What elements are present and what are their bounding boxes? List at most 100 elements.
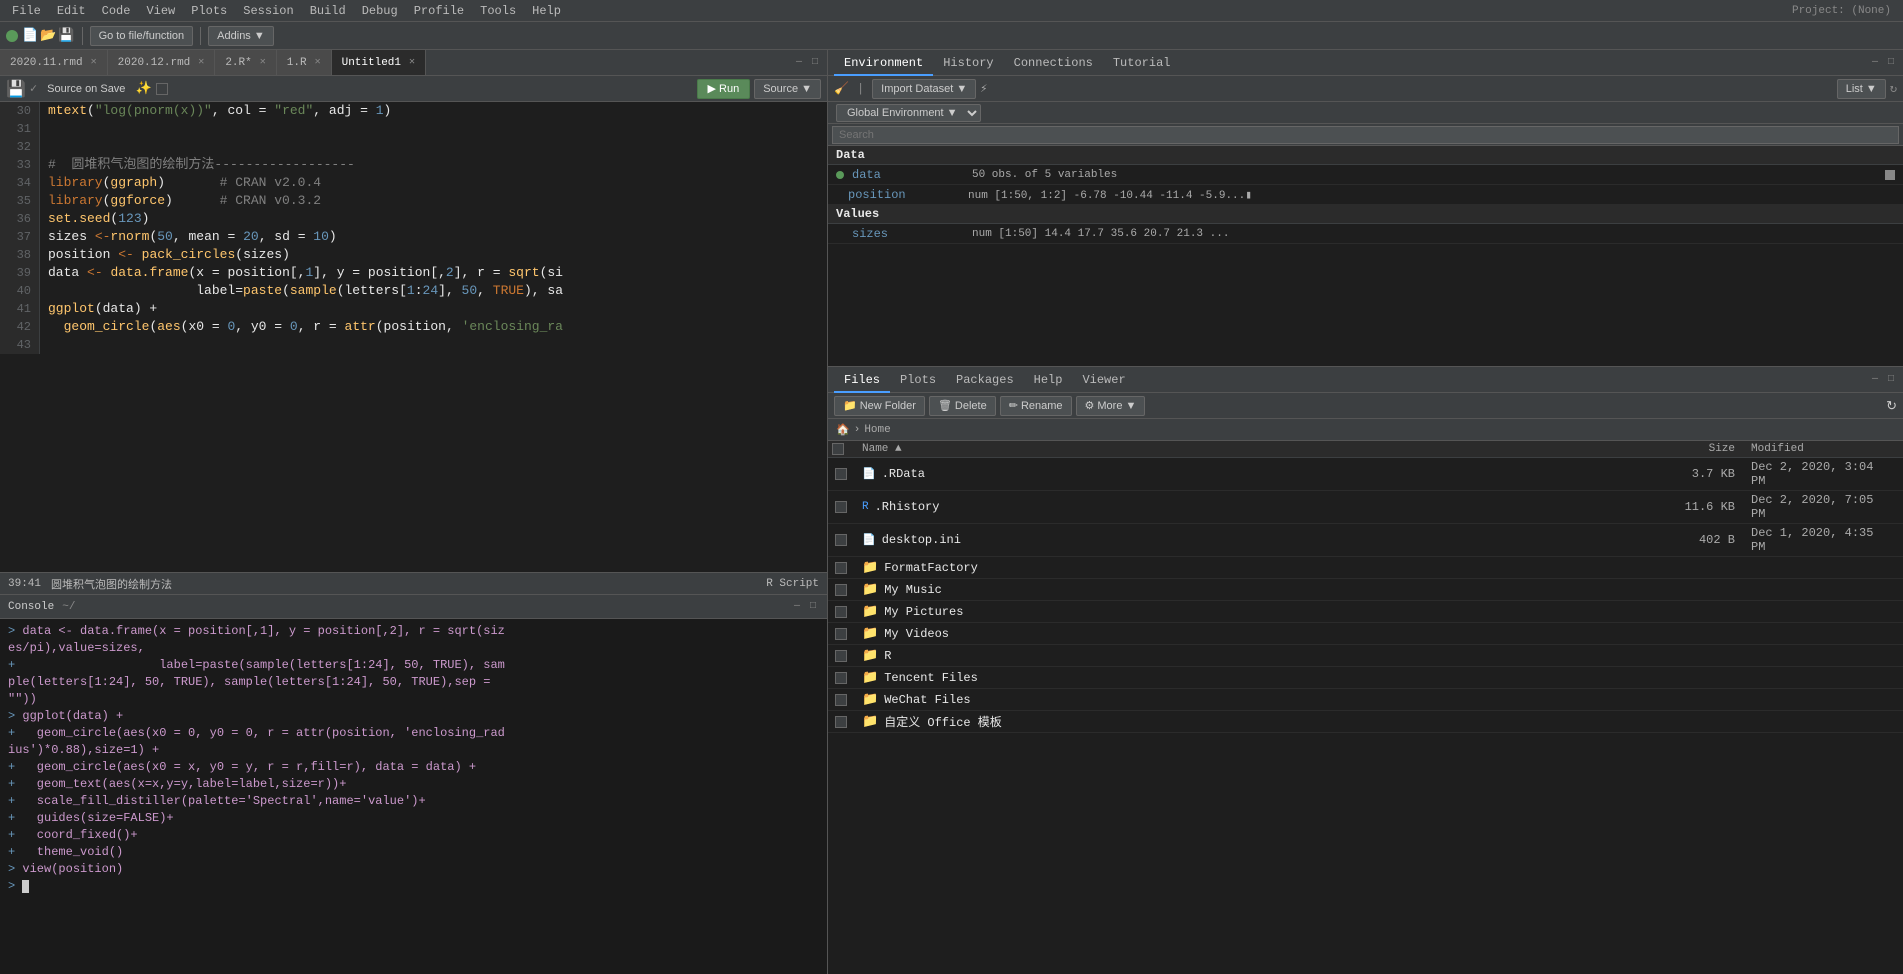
refresh-files-button[interactable]: ↻ bbox=[1886, 398, 1897, 414]
menu-view[interactable]: View bbox=[138, 0, 183, 22]
file-checkbox[interactable] bbox=[828, 466, 854, 482]
tab-help[interactable]: Help bbox=[1024, 367, 1073, 393]
env-search-input[interactable] bbox=[832, 126, 1899, 144]
file-checkbox[interactable] bbox=[828, 499, 854, 515]
tab-tutorial[interactable]: Tutorial bbox=[1103, 50, 1181, 76]
tab-history[interactable]: History bbox=[933, 50, 1003, 76]
global-env-select[interactable]: Global Environment ▼ bbox=[836, 104, 981, 122]
env-row-position[interactable]: position num [1:50, 1:2] -6.78 -10.44 -1… bbox=[828, 185, 1903, 205]
tab-1r[interactable]: 1.R ✕ bbox=[277, 50, 332, 76]
console-line: + scale_fill_distiller(palette='Spectral… bbox=[8, 793, 819, 810]
env-row-sizes[interactable]: sizes num [1:50] 14.4 17.7 35.6 20.7 21.… bbox=[828, 224, 1903, 244]
code-line-41: 41 ggplot(data) + bbox=[0, 300, 827, 318]
file-description: 圆堆积气泡图的绘制方法 bbox=[51, 576, 756, 592]
tab-2r[interactable]: 2.R* ✕ bbox=[215, 50, 276, 76]
addins-button[interactable]: Addins ▼ bbox=[208, 26, 274, 46]
menu-help[interactable]: Help bbox=[524, 0, 569, 22]
rename-button[interactable]: ✏ Rename bbox=[1000, 396, 1072, 416]
tab-packages[interactable]: Packages bbox=[946, 367, 1024, 393]
tab-2020-12-rmd[interactable]: 2020.12.rmd ✕ bbox=[108, 50, 216, 76]
tab-2020-11-rmd[interactable]: 2020.11.rmd ✕ bbox=[0, 50, 108, 76]
tab-files[interactable]: Files bbox=[834, 367, 890, 393]
code-line-33: 33 # 圆堆积气泡图的绘制方法------------------ bbox=[0, 156, 827, 174]
run-button[interactable]: ▶ Run bbox=[697, 79, 751, 99]
maximize-env-icon[interactable]: □ bbox=[1885, 57, 1897, 68]
file-checkbox[interactable] bbox=[828, 532, 854, 548]
delete-button[interactable]: 🗑 Delete bbox=[929, 396, 996, 416]
menu-debug[interactable]: Debug bbox=[354, 0, 406, 22]
code-block-icon bbox=[156, 83, 168, 95]
tab-environment[interactable]: Environment bbox=[834, 50, 933, 76]
minimize-console-icon[interactable]: — bbox=[791, 601, 803, 612]
file-checkbox[interactable] bbox=[828, 604, 854, 620]
more-button[interactable]: ⚙ More ▼ bbox=[1076, 396, 1146, 416]
menu-file[interactable]: File bbox=[4, 0, 49, 22]
file-row-desktopini[interactable]: 📄desktop.ini 402 B Dec 1, 2020, 4:35 PM bbox=[828, 524, 1903, 557]
file-row-mymusic[interactable]: 📁My Music bbox=[828, 579, 1903, 601]
maximize-editor-icon[interactable]: □ bbox=[809, 57, 821, 68]
tab-plots[interactable]: Plots bbox=[890, 367, 946, 393]
file-checkbox[interactable] bbox=[828, 670, 854, 686]
tab-connections[interactable]: Connections bbox=[1004, 50, 1103, 76]
folder-icon: 📁 bbox=[862, 560, 878, 575]
env-grid-icon[interactable] bbox=[1885, 170, 1895, 180]
breadcrumb-home[interactable]: Home bbox=[864, 424, 890, 436]
maximize-files-icon[interactable]: □ bbox=[1885, 374, 1897, 385]
file-checkbox[interactable] bbox=[828, 626, 854, 642]
minimize-files-icon[interactable]: — bbox=[1869, 374, 1881, 385]
list-view-button[interactable]: List ▼ bbox=[1837, 79, 1886, 99]
file-checkbox[interactable] bbox=[828, 648, 854, 664]
header-checkbox[interactable] bbox=[832, 443, 844, 455]
menu-session[interactable]: Session bbox=[235, 0, 301, 22]
file-date bbox=[1743, 676, 1903, 680]
menu-profile[interactable]: Profile bbox=[406, 0, 472, 22]
header-name[interactable]: Name ▲ bbox=[854, 441, 1663, 457]
tab-close-icon[interactable]: ✕ bbox=[198, 50, 204, 76]
menu-plots[interactable]: Plots bbox=[183, 0, 235, 22]
source-on-save-button[interactable]: Source on Save bbox=[41, 79, 131, 99]
script-type: R Script bbox=[766, 578, 819, 590]
minimize-editor-icon[interactable]: — bbox=[793, 57, 805, 68]
file-checkbox[interactable] bbox=[828, 560, 854, 576]
broom-icon[interactable]: 🧹 bbox=[834, 81, 849, 96]
save-file-icon[interactable]: 💾 bbox=[6, 79, 26, 99]
file-row-rhistory[interactable]: R.Rhistory 11.6 KB Dec 2, 2020, 7:05 PM bbox=[828, 491, 1903, 524]
console-cursor bbox=[22, 880, 29, 893]
env-row-data[interactable]: data 50 obs. of 5 variables bbox=[828, 165, 1903, 185]
tab-close-icon[interactable]: ✕ bbox=[315, 50, 321, 76]
console-line: + coord_fixed()+ bbox=[8, 827, 819, 844]
refresh-env-icon[interactable]: ↻ bbox=[1890, 81, 1897, 96]
file-row-formatfactory[interactable]: 📁FormatFactory bbox=[828, 557, 1903, 579]
new-folder-button[interactable]: 📁 New Folder bbox=[834, 396, 925, 416]
tab-viewer[interactable]: Viewer bbox=[1072, 367, 1135, 393]
menu-tools[interactable]: Tools bbox=[472, 0, 524, 22]
env-dot-icon bbox=[836, 171, 844, 179]
file-row-office-template[interactable]: 📁自定义 Office 模板 bbox=[828, 711, 1903, 733]
file-size bbox=[1663, 632, 1743, 636]
import-dataset-button[interactable]: Import Dataset ▼ bbox=[872, 79, 976, 99]
maximize-console-icon[interactable]: □ bbox=[807, 601, 819, 612]
file-row-tencent[interactable]: 📁Tencent Files bbox=[828, 667, 1903, 689]
file-row-r[interactable]: 📁R bbox=[828, 645, 1903, 667]
file-row-mypictures[interactable]: 📁My Pictures bbox=[828, 601, 1903, 623]
menu-build[interactable]: Build bbox=[302, 0, 354, 22]
file-checkbox[interactable] bbox=[828, 714, 854, 730]
menu-code[interactable]: Code bbox=[94, 0, 139, 22]
tab-untitled1[interactable]: Untitled1 ✕ bbox=[332, 50, 426, 76]
file-row-rdata[interactable]: 📄.RData 3.7 KB Dec 2, 2020, 3:04 PM bbox=[828, 458, 1903, 491]
header-modified[interactable]: Modified bbox=[1743, 441, 1903, 457]
header-size[interactable]: Size bbox=[1663, 441, 1743, 457]
tab-close-icon[interactable]: ✕ bbox=[91, 50, 97, 76]
file-row-wechat[interactable]: 📁WeChat Files bbox=[828, 689, 1903, 711]
code-editor[interactable]: 30 mtext("log(pnorm(x))", col = "red", a… bbox=[0, 102, 827, 572]
file-checkbox[interactable] bbox=[828, 692, 854, 708]
source-button[interactable]: Source ▼ bbox=[754, 79, 821, 99]
tab-close-icon[interactable]: ✕ bbox=[260, 50, 266, 76]
menu-edit[interactable]: Edit bbox=[49, 0, 94, 22]
console-body[interactable]: > data <- data.frame(x = position[,1], y… bbox=[0, 619, 827, 974]
file-row-myvideos[interactable]: 📁My Videos bbox=[828, 623, 1903, 645]
tab-close-icon[interactable]: ✕ bbox=[409, 50, 415, 76]
minimize-env-icon[interactable]: — bbox=[1869, 57, 1881, 68]
go-to-file-button[interactable]: Go to file/function bbox=[90, 26, 194, 46]
file-checkbox[interactable] bbox=[828, 582, 854, 598]
